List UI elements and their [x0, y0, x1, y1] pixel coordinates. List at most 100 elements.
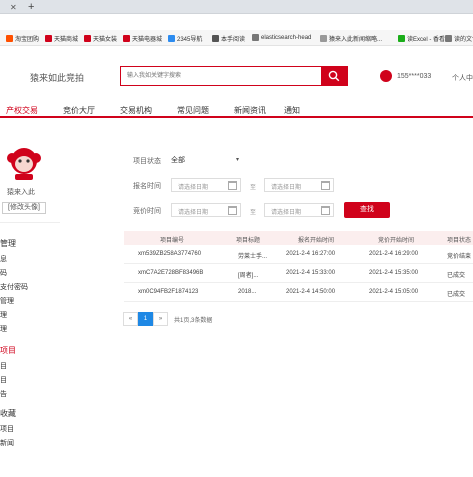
bookmark-icon: [398, 35, 405, 42]
bid-start-date-input[interactable]: 请选择日期: [171, 203, 241, 217]
bookmark-item[interactable]: 天猫电器城: [123, 34, 162, 43]
sidebar-item-password[interactable]: 码: [0, 268, 7, 278]
bookmark-icon: [45, 35, 52, 42]
table-row[interactable]: xm0C94FB2F1874123 2018... 2021-2-4 14:50…: [124, 283, 473, 302]
sidebar-item-project-2[interactable]: 目: [0, 375, 7, 385]
sidebar-section-favorites: 收藏: [0, 409, 16, 418]
pagination-next-button[interactable]: »: [153, 312, 168, 326]
signup-start-date-input[interactable]: 请选择日期: [171, 178, 241, 192]
sidebar-item-fav-news[interactable]: 新闻: [0, 438, 14, 448]
cell-status: 已成交: [447, 292, 466, 298]
search-box: [120, 66, 348, 86]
bookmark-item[interactable]: 淘宝团购: [6, 34, 39, 43]
search-input[interactable]: [121, 67, 321, 85]
bookmark-item[interactable]: 猿来入此新闻缩略...: [320, 34, 382, 43]
sidebar-divider: [0, 222, 60, 223]
close-tab-icon[interactable]: ✕: [10, 3, 17, 12]
sidebar-item-info[interactable]: 息: [0, 254, 7, 264]
status-select[interactable]: 全部: [171, 155, 185, 165]
sidebar-item-manage-2[interactable]: 理: [0, 310, 7, 320]
bookmark-item[interactable]: 读Excel - 香看: [398, 34, 445, 43]
search-button[interactable]: [321, 67, 347, 85]
bookmark-icon: [123, 35, 130, 42]
table-row[interactable]: xmC7A2E728BF83496B [周者]... 2021-2-4 15:3…: [124, 264, 473, 283]
sidebar-item-manage-3[interactable]: 理: [0, 324, 7, 334]
range-separator: 至: [250, 210, 257, 216]
cell-signup-start: 2021-2-4 16:27:00: [286, 251, 336, 257]
calendar-icon[interactable]: [321, 181, 330, 190]
bid-time-label: 竞价时间: [133, 208, 161, 215]
pagination-page-1[interactable]: 1: [138, 312, 153, 326]
bookmark-item[interactable]: 本手阅读: [212, 34, 245, 43]
range-separator: 至: [250, 185, 257, 191]
cell-bid-start: 2021-2-4 15:35:00: [369, 270, 419, 276]
bookmark-icon: [168, 35, 175, 42]
bid-end-date-input[interactable]: 请选择日期: [264, 203, 334, 217]
nav-item-trade-agency[interactable]: 交易机构: [120, 105, 152, 116]
user-avatar-icon[interactable]: [380, 70, 392, 82]
sidebar-section-projects[interactable]: 项目: [0, 345, 16, 356]
pagination-prev-button[interactable]: «: [123, 312, 138, 326]
signup-end-date-input[interactable]: 请选择日期: [264, 178, 334, 192]
main-nav: 产权交易 竞价大厅 交易机构 常见问题 新闻资讯 通知: [0, 100, 473, 118]
edit-avatar-button[interactable]: [修改头像]: [2, 202, 46, 214]
column-header: 报名开始时间: [298, 238, 335, 244]
nav-item-news[interactable]: 新闻资讯: [234, 105, 266, 116]
new-tab-icon[interactable]: +: [28, 1, 34, 13]
site-logo-text[interactable]: 猿来如此竞拍: [30, 71, 84, 84]
bookmark-icon: [212, 35, 219, 42]
nav-item-notice[interactable]: 通知: [284, 105, 300, 116]
bookmark-item[interactable]: 2345导航: [168, 34, 202, 43]
cell-project-title[interactable]: 劳莱士手...: [238, 251, 267, 260]
table-header: 项目编号 项目标题 报名开始时间 竞价开始时间 项目状态: [124, 231, 473, 245]
bookmark-icon: [445, 35, 452, 42]
cell-bid-start: 2021-2-4 16:29:00: [369, 251, 419, 257]
bookmark-icon: [252, 34, 259, 41]
chevron-down-icon[interactable]: ▾: [236, 156, 239, 163]
bookmark-item[interactable]: elasticsearch-head: [252, 34, 311, 41]
column-header: 项目标题: [236, 238, 261, 244]
bookmark-item[interactable]: 天猫商城: [45, 34, 78, 43]
column-header: 项目编号: [160, 238, 185, 244]
calendar-icon[interactable]: [228, 206, 237, 215]
signup-time-label: 报名时间: [133, 183, 161, 190]
nav-item-bidding-hall[interactable]: 竞价大厅: [63, 105, 95, 116]
calendar-icon[interactable]: [228, 181, 237, 190]
sidebar-item-manage[interactable]: 管理: [0, 296, 14, 306]
bookmark-icon: [6, 35, 13, 42]
cell-project-title[interactable]: 2018...: [238, 289, 256, 295]
cell-project-title[interactable]: [周者]...: [238, 270, 258, 279]
sidebar-item-project-1[interactable]: 目: [0, 361, 7, 371]
nav-item-faq[interactable]: 常见问题: [177, 105, 209, 116]
sidebar-item-pay-password[interactable]: 支付密码: [0, 282, 28, 292]
user-phone[interactable]: 155****033: [397, 73, 431, 80]
cell-status: 已成交: [447, 273, 466, 279]
browser-tab-strip: ✕ +: [0, 0, 473, 14]
bookmark-item[interactable]: 读的文包: [445, 34, 473, 43]
cell-status: 竞价结束: [447, 254, 472, 260]
status-filter-label: 项目状态: [133, 158, 161, 165]
sidebar-user-name: 猿来入此: [7, 189, 35, 196]
bookmarks-bar: 淘宝团购 天猫商城 天猫女装 天猫电器城 2345导航 本手阅读 elastic…: [0, 30, 473, 46]
cell-signup-start: 2021-2-4 14:50:00: [286, 289, 336, 295]
column-header: 项目状态: [447, 238, 472, 244]
sidebar-item-fav-projects[interactable]: 项目: [0, 424, 14, 434]
bookmark-icon: [84, 35, 91, 42]
sidebar-item-report[interactable]: 告: [0, 389, 7, 399]
cell-bid-start: 2021-2-4 15:05:00: [369, 289, 419, 295]
sidebar-section-account: 管理: [0, 239, 16, 248]
table-row[interactable]: xm539ZB258A3774760 劳莱士手... 2021-2-4 16:2…: [124, 245, 473, 264]
pagination-info: 共1页,3条数据: [174, 318, 213, 324]
find-button[interactable]: 查找: [344, 202, 390, 218]
calendar-icon[interactable]: [321, 206, 330, 215]
bookmark-icon: [320, 35, 327, 42]
search-icon: [328, 70, 340, 82]
user-center-link[interactable]: 个人中心: [452, 73, 473, 83]
cell-signup-start: 2021-2-4 15:33:00: [286, 270, 336, 276]
bookmark-item[interactable]: 天猫女装: [84, 34, 117, 43]
cell-project-id: xm0C94FB2F1874123: [138, 289, 199, 295]
monkey-avatar-icon: [7, 148, 41, 180]
cell-project-id: xmC7A2E728BF83496B: [138, 270, 204, 276]
nav-item-property-trade[interactable]: 产权交易: [6, 105, 38, 116]
cell-project-id: xm539ZB258A3774760: [138, 251, 202, 257]
